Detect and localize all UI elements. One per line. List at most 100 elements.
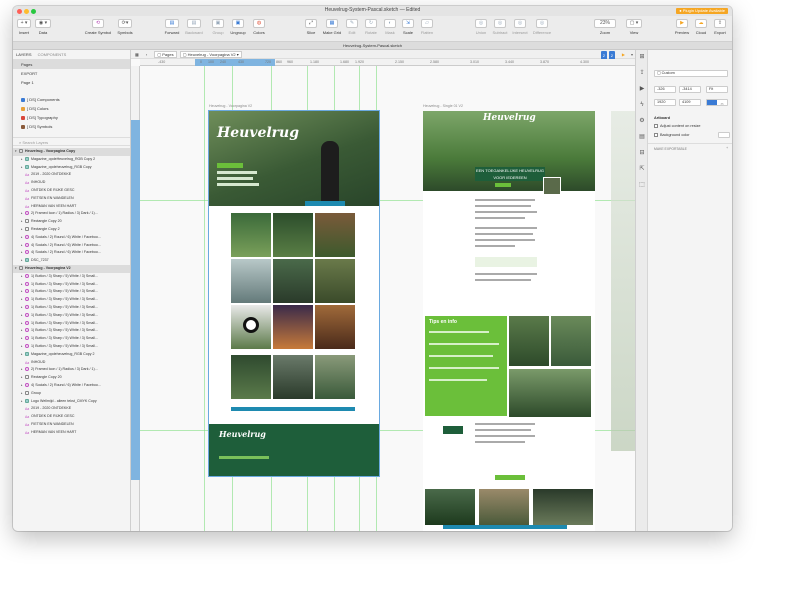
pages-header[interactable]: Pages <box>13 60 130 69</box>
layer-row[interactable]: ▸ 4) Socials / 2) Round / 6) White / Face… <box>13 249 130 257</box>
forward-button[interactable]: ▤ Forward <box>163 19 181 35</box>
layer-row[interactable]: ▸ 1) Button / 3) Sharp / 5) White / 3) Sm… <box>13 335 130 343</box>
subtract-button[interactable]: ◎ Subtract <box>491 19 509 35</box>
make-exportable-label[interactable]: MAKE EXPORTABLE <box>654 147 687 151</box>
layout-icon[interactable]: ▤ <box>639 134 645 140</box>
landscape-icon[interactable]: ▭ <box>717 102 727 107</box>
adjust-content-checkbox[interactable]: Adjust content on resize <box>654 124 701 128</box>
layer-row[interactable]: Aa HERMAN VAN VEEN HART <box>13 429 130 437</box>
mask-button[interactable]: ◐ Mask <box>383 19 397 35</box>
artboard-title-single[interactable]: Heuvelrug - Single 01 V2 <box>423 104 463 108</box>
intersect-button[interactable]: ◎ Intersect <box>511 19 529 35</box>
tab-components[interactable]: COMPONENTS <box>38 52 67 57</box>
layer-row[interactable]: ▸ 4) Socials / 2) Round / 6) White / Face… <box>13 234 130 242</box>
grid-view-icon[interactable]: ▦ <box>135 52 139 57</box>
layer-row[interactable]: ▸ Rectangle Copy 20 <box>13 218 130 226</box>
horizontal-ruler[interactable]: -430 0 100 240 430 720 860 960 1.180 1.680 1.920 2.… <box>140 59 635 66</box>
layer-row[interactable]: ▸ DSC_7237 <box>13 257 130 265</box>
layer-row[interactable]: ▸ Rectangle Copy 2 <box>13 226 130 234</box>
bolt-icon[interactable]: ϟ <box>639 102 645 108</box>
ungroup-button[interactable]: ▣ Ungroup <box>228 19 248 35</box>
layer-row[interactable]: ▸ 4) Socials / 2) Round / 6) White / Face… <box>13 382 130 390</box>
artboard-preset-select[interactable]: ▢ Custom <box>654 70 728 77</box>
page-item[interactable]: EXPORT <box>13 69 130 78</box>
flag-icon[interactable]: ▶ <box>622 50 625 59</box>
scale-button[interactable]: ⇲ Scale <box>401 19 415 35</box>
make-grid-button[interactable]: ▦ Make Grid <box>321 19 343 35</box>
layer-row[interactable]: ▸ 2) Framed Icon / 1) Radius / 3) Dark / … <box>13 210 130 218</box>
edit-button[interactable]: ✎ Edit <box>345 19 359 35</box>
portrait-icon[interactable] <box>707 100 717 105</box>
layer-row[interactable]: Aa HERMAN VAN VEEN HART <box>13 203 130 211</box>
artboard-voorpagina[interactable]: Heuvelrug Heuvelrug <box>208 110 380 477</box>
layer-artboard[interactable]: ▾ Heuvelrug - Voorpagina V2 <box>13 264 130 273</box>
search-layers-input[interactable]: ⌕ Search Layers <box>13 137 130 146</box>
x-field[interactable]: -326 <box>654 86 676 93</box>
layer-row[interactable]: ▸ 2) Framed Icon / 1) Radius / 3) Dark / … <box>13 366 130 374</box>
artboard-title-voorpagina[interactable]: Heuvelrug - Voorpagina V2 <box>209 104 252 108</box>
symbol-page-item[interactable]: [ DS] Components <box>13 95 130 104</box>
page-item[interactable]: Page 1 <box>13 78 130 87</box>
zoom-value[interactable]: 23% <box>594 19 616 28</box>
layer-row[interactable]: ▸ 1) Button / 3) Sharp / 5) White / 3) Sm… <box>13 343 130 351</box>
orientation-toggle[interactable]: ▭ <box>706 99 728 106</box>
zoom-control[interactable]: 23% Zoom <box>593 19 617 35</box>
tab-layers[interactable]: LAYERS <box>16 52 32 57</box>
export-button[interactable]: ⇪ Export <box>711 19 729 35</box>
layer-row[interactable]: ▸ 1) Button / 3) Sharp / 5) White / 3) Sm… <box>13 288 130 296</box>
fit-button[interactable]: Fit <box>706 86 728 93</box>
play-icon[interactable]: ▶ <box>639 86 645 92</box>
symbols-button[interactable]: ⟳▾ Symbols <box>115 19 135 35</box>
symbol-page-item[interactable]: [ DS] Colors <box>13 104 130 113</box>
layer-row[interactable]: ▸ 1) Button / 3) Sharp / 5) White / 3) Sm… <box>13 327 130 335</box>
layer-row[interactable]: ▸ Magazine_opdeheuvelrug_RGB Copy 2 <box>13 351 130 359</box>
layer-row[interactable]: ▸ 1) Button / 3) Sharp / 5) White / 3) Sm… <box>13 296 130 304</box>
rotate-button[interactable]: ↻ Rotate <box>363 19 379 35</box>
insert-button[interactable]: + ▾ Insert <box>16 19 32 35</box>
checkbox-icon[interactable] <box>654 124 658 128</box>
add-export-icon[interactable]: + <box>726 146 728 150</box>
share-icon[interactable]: ⇪ <box>639 70 645 76</box>
layer-row[interactable]: Aa 2019 - 2020 ONTDEKKE <box>13 171 130 179</box>
layer-row[interactable]: ▸ 1) Button / 3) Sharp / 5) White / 3) Sm… <box>13 304 130 312</box>
artboard-single[interactable]: Heuvelrug EEN TOEGANKELIJKE HEUVELRUG VO… <box>423 111 595 531</box>
document-tab[interactable]: Heuvelrug-System-Pascal.sketch <box>13 42 732 50</box>
group-button[interactable]: ▣ Group <box>210 19 226 35</box>
image-icon[interactable]: ⬚ <box>639 182 645 188</box>
layer-row[interactable]: ▸ Magazine_opdeHeuvelrug_RGB Copy 2 <box>13 156 130 164</box>
symbol-page-item[interactable]: [ DS] Typography <box>13 113 130 122</box>
layer-row[interactable]: Aa INHOUD <box>13 359 130 367</box>
layer-row[interactable]: ▸ 1) Button / 3) Sharp / 5) White / 3) Sm… <box>13 312 130 320</box>
resize-icon[interactable]: ⇱ <box>639 166 645 172</box>
checkbox-icon[interactable] <box>654 133 658 137</box>
crop-icon[interactable]: ⊟ <box>639 150 645 156</box>
cloud-button[interactable]: ☁ Cloud <box>693 19 709 35</box>
canvas[interactable]: ▦ ‹ ▢ Pages ▢ Heuvelrug - Voorpagina V2 … <box>131 50 635 531</box>
breadcrumb-artboard[interactable]: ▢ Heuvelrug - Voorpagina V2 ▾ <box>179 51 242 58</box>
breadcrumb-pages[interactable]: ▢ Pages <box>154 51 177 58</box>
preview-button[interactable]: ▶ Preview <box>673 19 691 35</box>
layer-row[interactable]: Aa FIETSEN EN WANDELEN <box>13 421 130 429</box>
layer-row[interactable]: ▸ 1) Button / 3) Sharp / 5) White / 3) Sm… <box>13 273 130 281</box>
layer-row[interactable]: Aa ONTDEK DE RIJKE GESC <box>13 413 130 421</box>
layer-row[interactable]: ▸ Magazine_opdeheuvelrug_RGB Copy <box>13 164 130 172</box>
layer-row[interactable]: Aa INHOUD <box>13 179 130 187</box>
layer-row[interactable]: Aa ONTDEK DE RIJKE GESC <box>13 187 130 195</box>
layer-row[interactable]: ▸ Rectangle Copy 20 <box>13 374 130 382</box>
gear-icon[interactable]: ⚙ <box>639 118 645 124</box>
create-symbol-button[interactable]: ⟲ Create Symbol <box>83 19 113 35</box>
chevron-down-icon[interactable]: ▾ <box>631 50 633 59</box>
y-field[interactable]: -3414 <box>679 86 701 93</box>
colors-button[interactable]: ◍ Colors <box>251 19 267 35</box>
layer-row[interactable]: Aa 2019 - 2020 ONTDEKKE <box>13 405 130 413</box>
slice-button[interactable]: ⤢ Slice <box>303 19 319 35</box>
height-field[interactable]: 4109 <box>679 99 701 106</box>
flatten-button[interactable]: ▱ Flatten <box>419 19 435 35</box>
view-button[interactable]: ▢ ▾ View <box>625 19 643 35</box>
back-icon[interactable]: ‹ <box>146 52 147 57</box>
vertical-ruler[interactable] <box>131 66 140 531</box>
layer-row[interactable]: ▸ 1) Button / 3) Sharp / 5) White / 3) Sm… <box>13 281 130 289</box>
layer-row[interactable]: ▸ Logo Wellmijd - alleen tekst_CMYK Copy <box>13 398 130 406</box>
backward-button[interactable]: ▤ Backward <box>183 19 205 35</box>
plugin-update-badge[interactable]: ● Plugin Update Available <box>676 8 728 14</box>
